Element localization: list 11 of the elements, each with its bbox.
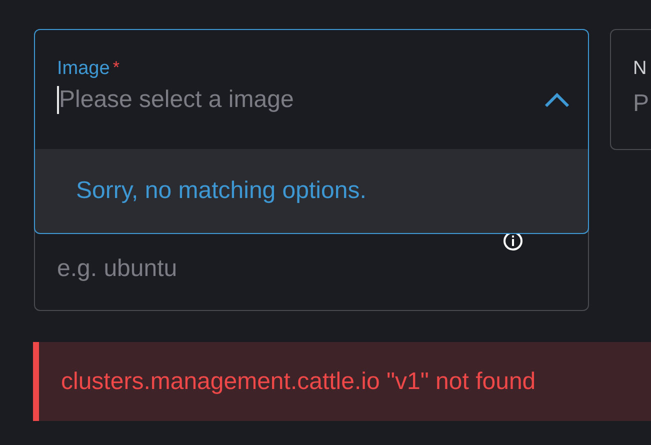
error-message: clusters.management.cattle.io "v1" not found: [61, 368, 536, 396]
info-icon: [503, 231, 523, 251]
field-label: Image*: [57, 58, 120, 80]
text-field[interactable]: N P: [610, 29, 651, 150]
no-options-message: Sorry, no matching options.: [76, 177, 366, 205]
search-field[interactable]: Please select a image: [59, 86, 544, 114]
text-cursor: [57, 86, 59, 114]
field-label: N: [633, 58, 648, 80]
input-field[interactable]: e.g. ubuntu: [57, 255, 566, 283]
field-placeholder: P: [633, 90, 650, 118]
chevron-icon[interactable]: [544, 92, 570, 108]
